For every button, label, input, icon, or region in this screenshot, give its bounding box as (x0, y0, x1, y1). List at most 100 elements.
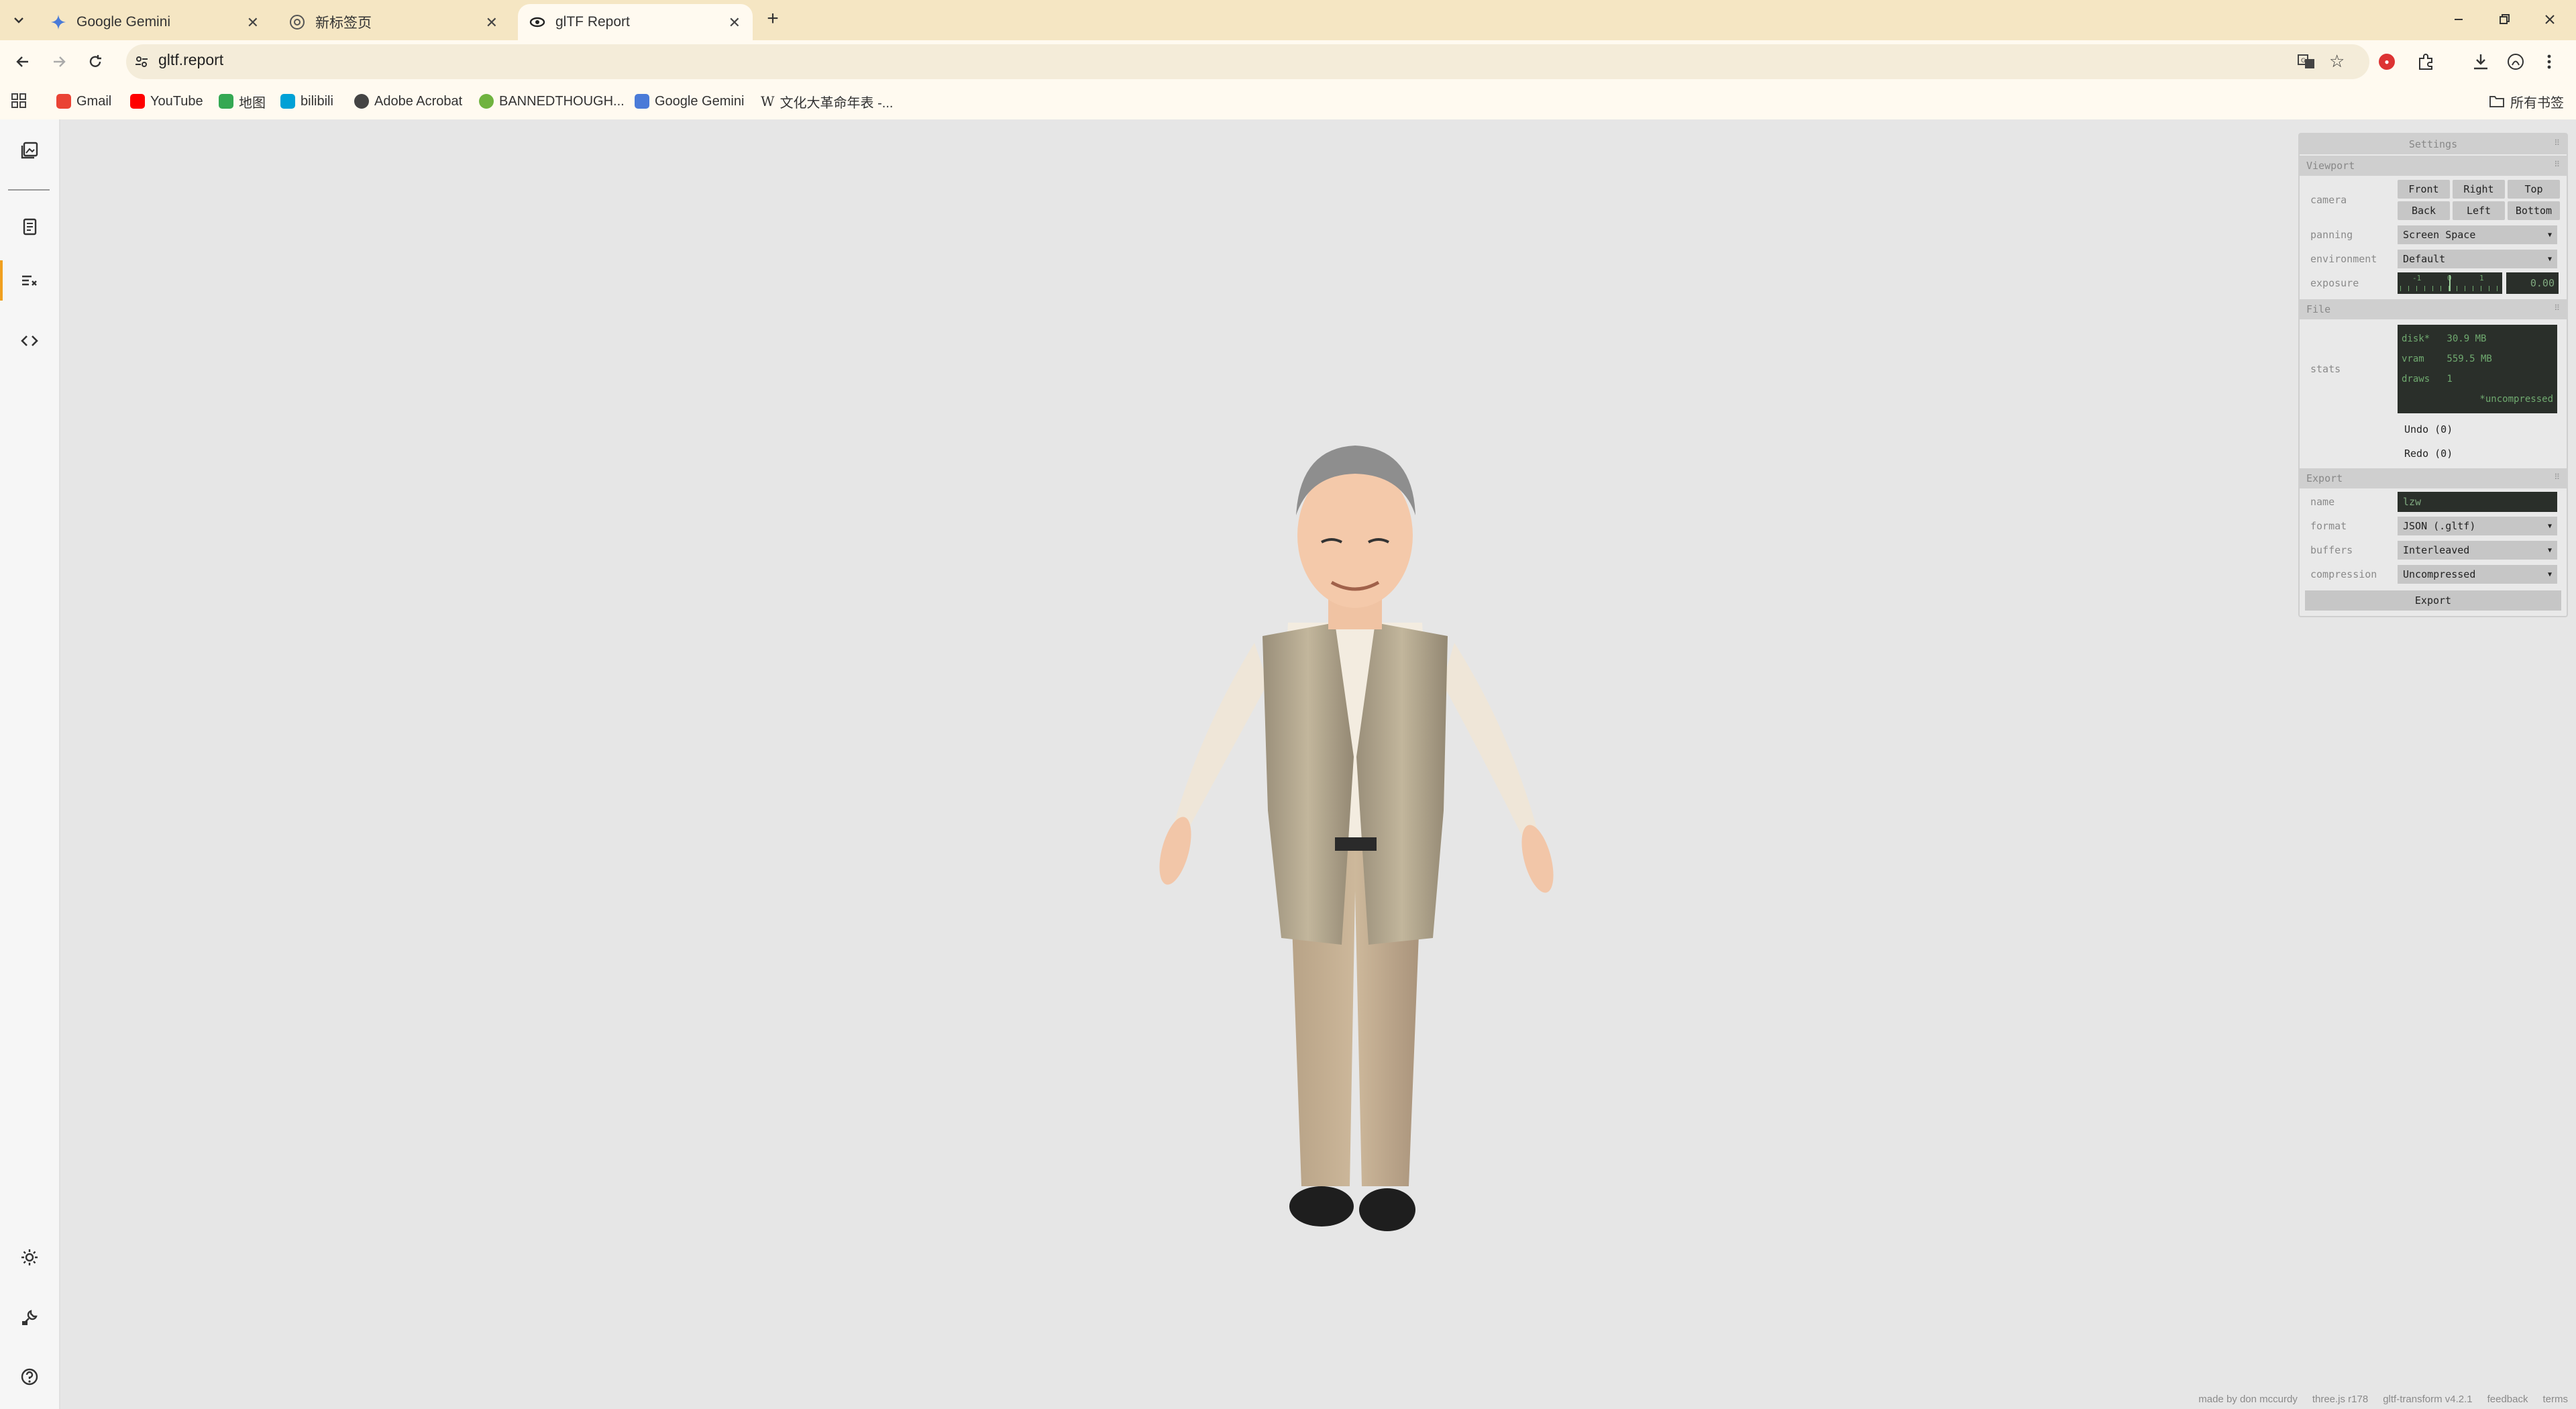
bilibili-icon (280, 94, 295, 109)
feedback-link[interactable]: feedback (2487, 1394, 2528, 1405)
collapse-handle-icon[interactable]: ⠿ (2554, 160, 2560, 169)
bookmark-gmail[interactable]: Gmail (56, 91, 111, 111)
close-tab-icon[interactable]: ✕ (486, 14, 498, 32)
sidebar-active-indicator (0, 260, 3, 301)
tab-gltf-report[interactable]: glTF Report ✕ (518, 4, 753, 40)
sidebar-document[interactable] (15, 212, 44, 242)
undo-button[interactable]: Undo (0) (2398, 423, 2453, 435)
gltf-transform-link[interactable]: gltf-transform v4.2.1 (2383, 1394, 2472, 1405)
bookmark-maps[interactable]: 地图 (219, 91, 266, 111)
compression-value: Uncompressed (2403, 568, 2476, 580)
drag-handle-icon[interactable]: ⠿ (2554, 138, 2560, 148)
settings-header[interactable]: Settings ⠿ (2300, 134, 2567, 156)
downloads-button[interactable] (2471, 52, 2490, 71)
export-name-input[interactable]: lzw (2398, 492, 2557, 512)
redo-row: Redo (0) (2300, 441, 2567, 466)
tab-google-gemini[interactable]: Google Gemini ✕ (30, 4, 271, 40)
reload-icon (89, 55, 101, 67)
sidebar-gallery[interactable] (15, 136, 44, 165)
exposure-slider-thumb[interactable] (2449, 275, 2451, 291)
settings-panel: Settings ⠿ Viewport ⠿ camera Front Right… (2298, 133, 2568, 617)
apps-button[interactable] (11, 93, 27, 109)
bookmark-bannedthough[interactable]: BANNEDTHOUGH... (479, 91, 625, 111)
buffers-value: Interleaved (2403, 544, 2470, 556)
threejs-link[interactable]: three.js r178 (2312, 1394, 2368, 1405)
export-section-header[interactable]: Export ⠿ (2300, 468, 2567, 490)
sidebar-code[interactable] (15, 326, 44, 356)
environment-label: environment (2310, 253, 2377, 265)
tab-label: Google Gemini (76, 14, 171, 30)
exposure-value-input[interactable]: 0.00 (2506, 272, 2559, 294)
site-info-icon[interactable] (134, 54, 149, 69)
export-button[interactable]: Export (2305, 590, 2561, 611)
tab-search-button[interactable] (9, 11, 28, 30)
dropdown-caret-icon: ▼ (2547, 570, 2552, 578)
sidebar-divider (8, 189, 50, 191)
export-compression-row: compression Uncompressed ▼ (2300, 562, 2567, 586)
sidebar-tune[interactable] (15, 266, 44, 295)
menu-button[interactable] (2544, 52, 2555, 71)
all-bookmarks-button[interactable]: 所有书签 (2489, 91, 2564, 111)
camera-left-button[interactable]: Left (2453, 201, 2505, 220)
new-tab-button[interactable]: + (762, 7, 784, 30)
profile-button[interactable] (2506, 52, 2525, 71)
export-compression-select[interactable]: Uncompressed ▼ (2398, 565, 2557, 584)
translate-button[interactable]: G (2297, 52, 2316, 71)
extension-badge-button[interactable]: ● (2379, 54, 2395, 70)
camera-label: camera (2310, 194, 2347, 206)
viewport-section-title: Viewport (2306, 160, 2355, 172)
character-model[interactable] (1087, 381, 1623, 1253)
sidebar-help[interactable] (15, 1362, 44, 1392)
terms-link[interactable]: terms (2543, 1394, 2569, 1405)
wikipedia-icon: W (761, 93, 775, 109)
extensions-button[interactable] (2416, 52, 2435, 71)
export-format-select[interactable]: JSON (.gltf) ▼ (2398, 517, 2557, 535)
bookmark-label: YouTube (150, 93, 203, 109)
export-buffers-select[interactable]: Interleaved ▼ (2398, 541, 2557, 560)
browser-toolbar: gltf.report G ☆ ● (0, 40, 2576, 83)
sidebar-theme[interactable] (15, 1243, 44, 1272)
tab-new-tab[interactable]: 新标签页 ✕ (268, 4, 510, 40)
bookmark-label: Google Gemini (655, 93, 745, 109)
bookmark-wikipedia[interactable]: W 文化大革命年表 -... (761, 91, 893, 111)
bookmark-label: Gmail (76, 93, 112, 109)
environment-select[interactable]: Default ▼ (2398, 250, 2557, 268)
close-tab-icon[interactable]: ✕ (247, 14, 259, 32)
forward-button[interactable] (47, 50, 71, 74)
bookmark-youtube[interactable]: YouTube (130, 91, 203, 111)
url-text[interactable]: gltf.report (158, 51, 223, 69)
bookmark-google-gemini[interactable]: Google Gemini (635, 91, 744, 111)
export-name-row: name lzw (2300, 490, 2567, 514)
camera-bottom-button[interactable]: Bottom (2508, 201, 2560, 220)
camera-right-button[interactable]: Right (2453, 180, 2505, 199)
collapse-handle-icon[interactable]: ⠿ (2554, 303, 2560, 313)
restore-button[interactable] (2494, 9, 2514, 30)
panning-value: Screen Space (2403, 229, 2476, 241)
export-format-label: format (2310, 520, 2347, 532)
camera-top-button[interactable]: Top (2508, 180, 2560, 199)
address-bar[interactable] (126, 44, 2369, 79)
close-window-button[interactable] (2540, 9, 2560, 30)
file-section-header[interactable]: File ⠿ (2300, 299, 2567, 321)
panning-select[interactable]: Screen Space ▼ (2398, 225, 2557, 244)
bookmark-star-button[interactable]: ☆ (2329, 51, 2349, 71)
made-by-link[interactable]: made by don mccurdy (2198, 1394, 2298, 1405)
exposure-slider[interactable]: -1 0 1 (2398, 272, 2502, 294)
redo-button[interactable]: Redo (0) (2398, 448, 2453, 460)
close-tab-icon[interactable]: ✕ (729, 14, 741, 32)
back-button[interactable] (11, 50, 35, 74)
gemini-icon (50, 13, 67, 31)
collapse-handle-icon[interactable]: ⠿ (2554, 472, 2560, 482)
export-compression-label: compression (2310, 568, 2377, 580)
3d-viewport[interactable] (60, 119, 2576, 1409)
sidebar-tools[interactable] (15, 1303, 44, 1333)
camera-front-button[interactable]: Front (2398, 180, 2450, 199)
reload-button[interactable] (83, 50, 107, 74)
puzzle-icon (2419, 54, 2432, 70)
viewport-section-header[interactable]: Viewport ⠿ (2300, 156, 2567, 177)
minimize-button[interactable] (2449, 9, 2469, 30)
bookmark-bilibili[interactable]: bilibili (280, 91, 333, 111)
camera-back-button[interactable]: Back (2398, 201, 2450, 220)
bookmark-label: 地图 (239, 95, 266, 111)
bookmark-adobe-acrobat[interactable]: Adobe Acrobat (354, 91, 462, 111)
